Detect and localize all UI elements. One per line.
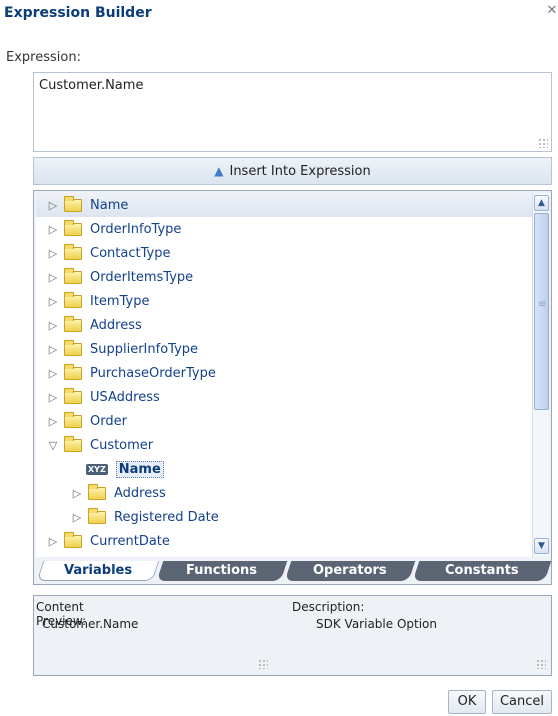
expand-triangle-icon[interactable]: ▷ <box>46 367 60 380</box>
expression-value: Customer.Name <box>39 78 144 93</box>
folder-icon <box>64 339 82 356</box>
tree-item-customer-registered-date[interactable]: ▷ Registered Date <box>36 505 532 529</box>
tree-item-label: OrderItemsType <box>90 269 194 285</box>
expand-triangle-icon[interactable]: ▷ <box>70 511 84 524</box>
tree-item-contacttype[interactable]: ▷ ContactType <box>36 241 532 265</box>
expand-triangle-icon[interactable]: ▷ <box>46 535 60 548</box>
folder-icon <box>64 363 82 380</box>
tree-item-label: PurchaseOrderType <box>90 365 216 381</box>
dialog-titlebar: Expression Builder ✕ <box>0 0 558 30</box>
expand-triangle-icon[interactable]: ▷ <box>46 199 60 212</box>
tree-item-label: Address <box>114 485 166 501</box>
tab-strip: Constants Operators Functions Variables <box>36 560 552 582</box>
insert-into-expression-button[interactable]: ▲ Insert Into Expression <box>33 157 552 185</box>
tree-item-label: Name <box>90 197 129 213</box>
tree-item-supplierinfotype[interactable]: ▷ SupplierInfoType <box>36 337 532 361</box>
tree-item-label: SupplierInfoType <box>90 341 199 357</box>
dialog-title: Expression Builder <box>4 5 152 21</box>
tab-functions[interactable]: Functions <box>156 561 288 581</box>
tree-item-label: Address <box>90 317 142 333</box>
xyz-variable-icon: XYZ <box>86 463 108 475</box>
variables-tree-panel: ▷ Name ▷ OrderInfoType ▷ ContactType ▷ O… <box>33 190 552 585</box>
tab-constants[interactable]: Constants <box>412 561 552 581</box>
tree-item-label: Order <box>90 413 127 429</box>
expand-triangle-icon[interactable]: ▷ <box>46 319 60 332</box>
expand-triangle-icon[interactable]: ▷ <box>46 343 60 356</box>
insert-button-label: Insert Into Expression <box>229 163 371 179</box>
expand-triangle-icon[interactable]: ▷ <box>70 487 84 500</box>
folder-icon <box>64 267 82 284</box>
folder-icon <box>64 387 82 404</box>
expand-triangle-icon[interactable]: ▷ <box>46 223 60 236</box>
resize-grip-icon[interactable] <box>536 659 546 669</box>
preview-inner: Content Preview: Customer.Name Descripti… <box>36 598 549 673</box>
tree-item-label: ItemType <box>90 293 150 309</box>
tree-item-label: ContactType <box>90 245 171 261</box>
folder-icon <box>64 195 82 212</box>
variables-tree: ▷ Name ▷ OrderInfoType ▷ ContactType ▷ O… <box>36 193 532 557</box>
tree-item-customer-name[interactable]: XYZ Name <box>36 457 532 481</box>
expand-triangle-icon[interactable]: ▷ <box>46 391 60 404</box>
folder-icon <box>64 531 82 548</box>
tree-item-usaddress[interactable]: ▷ USAddress <box>36 385 532 409</box>
tree-item-itemtype[interactable]: ▷ ItemType <box>36 289 532 313</box>
tree-item-orderitemstype[interactable]: ▷ OrderItemsType <box>36 265 532 289</box>
tree-item-order[interactable]: ▷ Order <box>36 409 532 433</box>
expression-textarea[interactable]: Customer.Name <box>33 72 552 152</box>
folder-icon <box>64 243 82 260</box>
expand-triangle-icon[interactable]: ▷ <box>46 271 60 284</box>
expression-label: Expression: <box>6 50 81 65</box>
folder-icon <box>64 411 82 428</box>
content-preview-value: Customer.Name <box>42 617 139 631</box>
folder-icon <box>64 219 82 236</box>
tree-item-label: Name <box>115 460 164 478</box>
tree-item-name[interactable]: ▷ Name <box>36 193 532 217</box>
tree-item-label: Registered Date <box>114 509 219 525</box>
expand-triangle-icon[interactable]: ▷ <box>46 295 60 308</box>
resize-grip-icon[interactable] <box>538 138 548 148</box>
preview-panel: Content Preview: Customer.Name Descripti… <box>33 595 552 676</box>
description-label: Description: <box>292 600 365 614</box>
scroll-down-icon[interactable]: ▼ <box>534 538 549 554</box>
folder-icon <box>64 315 82 332</box>
tree-item-customer-address[interactable]: ▷ Address <box>36 481 532 505</box>
tree-item-address[interactable]: ▷ Address <box>36 313 532 337</box>
expand-triangle-icon[interactable]: ▷ <box>46 415 60 428</box>
tree-viewport: ▷ Name ▷ OrderInfoType ▷ ContactType ▷ O… <box>36 193 549 557</box>
folder-icon <box>64 291 82 308</box>
tree-item-customer[interactable]: ▽ Customer <box>36 433 532 457</box>
ok-button[interactable]: OK <box>448 690 486 714</box>
tree-item-currentdate[interactable]: ▷ CurrentDate <box>36 529 532 553</box>
expand-triangle-icon[interactable]: ▷ <box>46 247 60 260</box>
tree-item-label: USAddress <box>90 389 160 405</box>
tree-item-label: CurrentDate <box>90 533 170 549</box>
folder-icon <box>88 483 106 500</box>
folder-icon <box>88 507 106 524</box>
cancel-button[interactable]: Cancel <box>492 690 552 714</box>
chevron-up-icon: ▲ <box>214 164 224 178</box>
collapse-triangle-icon[interactable]: ▽ <box>46 439 60 452</box>
tree-item-label: Customer <box>90 437 154 453</box>
tree-scrollbar[interactable]: ▲ ▼ <box>532 193 549 557</box>
description-value: SDK Variable Option <box>316 617 437 631</box>
tree-item-purchaseordertype[interactable]: ▷ PurchaseOrderType <box>36 361 532 385</box>
scrollbar-thumb[interactable] <box>534 213 549 410</box>
tab-variables[interactable]: Variables <box>36 561 160 581</box>
scroll-up-icon[interactable]: ▲ <box>534 195 549 211</box>
expression-builder-dialog: Expression Builder ✕ Expression: Custome… <box>0 0 558 716</box>
tree-item-orderinfotype[interactable]: ▷ OrderInfoType <box>36 217 532 241</box>
tree-item-label: OrderInfoType <box>90 221 182 237</box>
folder-icon <box>64 435 82 452</box>
close-icon[interactable]: ✕ <box>546 4 558 18</box>
resize-grip-icon[interactable] <box>258 659 268 669</box>
tab-operators[interactable]: Operators <box>284 561 416 581</box>
